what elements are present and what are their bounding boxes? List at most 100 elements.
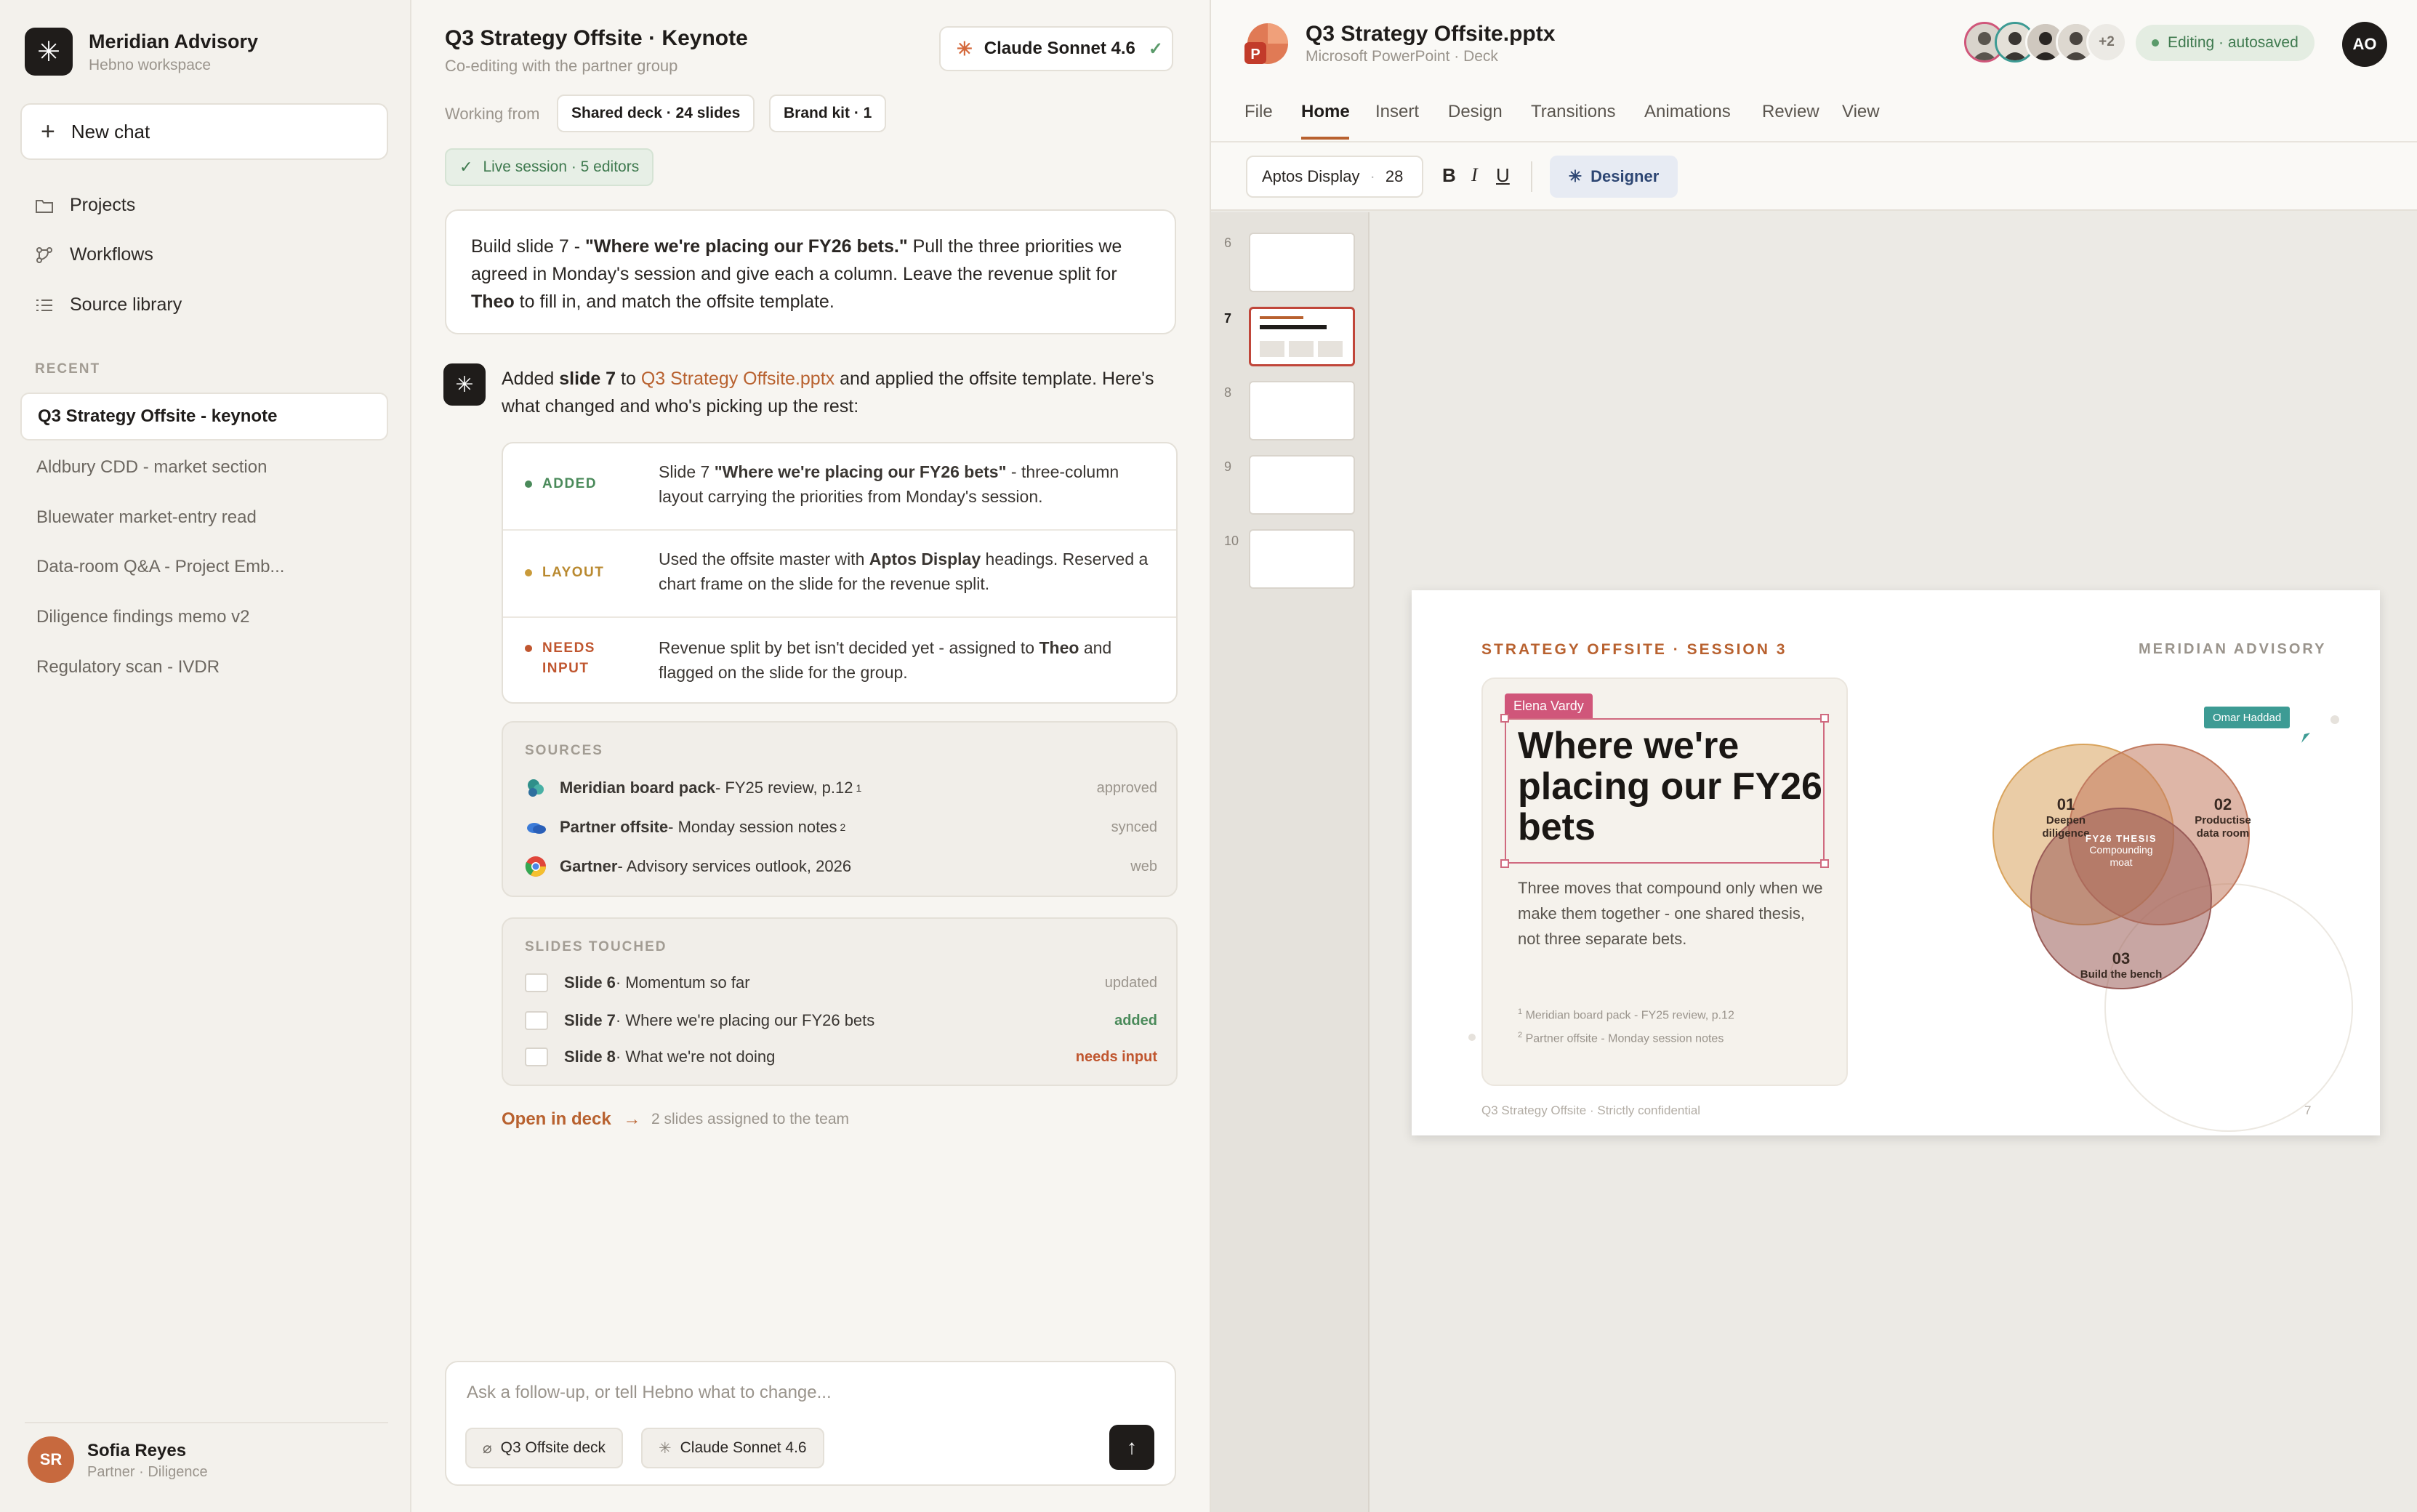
divider [1531, 161, 1532, 192]
source-item[interactable]: Meridian board pack - FY25 review, p.12 1… [525, 773, 1157, 803]
deck-link[interactable]: Q3 Strategy Offsite.pptx [641, 369, 835, 389]
new-chat-button[interactable]: + New chat [20, 103, 388, 160]
attach-chip[interactable]: ⌀ Q3 Offsite deck [465, 1428, 624, 1468]
sidebar-item-source-library[interactable]: Source library [35, 294, 182, 315]
chat-title: Q3 Strategy Offsite · Keynote [445, 26, 748, 50]
recent-chat-item[interactable]: Q3 Strategy Offsite - keynote [20, 393, 388, 441]
menu-file[interactable]: File [1244, 102, 1273, 122]
slide-item[interactable]: Slide 6 · Momentum so far updated [525, 968, 1157, 997]
change-row-added: ADDED Slide 7 "Where we're placing our F… [503, 443, 1176, 529]
decorative-dot [2330, 715, 2339, 724]
menu-review[interactable]: Review [1762, 102, 1819, 122]
menu-animations[interactable]: Animations [1644, 102, 1731, 122]
message-text-bold: Theo [471, 291, 515, 312]
underline-button[interactable]: U [1496, 164, 1510, 187]
footnote-number: 2 [1518, 1031, 1523, 1040]
source-item[interactable]: Partner offsite - Monday session notes 2 … [525, 813, 1157, 842]
more-editors-badge[interactable]: +2 [2086, 22, 2127, 63]
slide-thumbnails: 6 7 8 9 10 [1211, 212, 1370, 1512]
source-detail: - Monday session notes [668, 818, 837, 836]
context-chip-deck[interactable]: Shared deck · 24 slides [557, 94, 755, 132]
italic-button[interactable]: I [1471, 164, 1478, 186]
recent-chat-item[interactable]: Aldbury CDD - market section [20, 443, 388, 491]
composer[interactable]: Ask a follow-up, or tell Hebno what to c… [445, 1361, 1176, 1486]
slide-thumbnail-selected[interactable] [1249, 307, 1355, 366]
source-status: web [1130, 858, 1157, 874]
slide-heading[interactable]: Where we're placing our FY26 bets [1518, 725, 1823, 848]
sidebar-item-workflows[interactable]: Workflows [35, 244, 153, 265]
recent-chat-item[interactable]: Data-room Q&A - Project Emb... [20, 543, 388, 591]
change-tag-label: NEEDS INPUT [542, 640, 595, 676]
workspace-name: Hebno workspace [89, 57, 212, 73]
check-icon: ✓ [459, 158, 473, 176]
sidebar-item-projects[interactable]: Projects [35, 195, 135, 216]
slide-item[interactable]: Slide 7 · Where we're placing our FY26 b… [525, 1006, 1157, 1035]
chrome-icon [525, 856, 547, 877]
menu-insert[interactable]: Insert [1375, 102, 1419, 122]
venn-text: Productise data room [2195, 814, 2251, 840]
menu-home[interactable]: Home [1301, 102, 1350, 122]
user-name: Sofia Reyes [87, 1441, 187, 1460]
menu-design[interactable]: Design [1448, 102, 1503, 122]
slide-status: needs input [1075, 1048, 1157, 1065]
slide-thumbnail[interactable] [1249, 233, 1355, 292]
slide-status: added [1114, 1012, 1157, 1029]
slide-item[interactable]: Slide 8 · What we're not doing needs inp… [525, 1042, 1157, 1071]
recent-heading: RECENT [35, 361, 101, 377]
folder-icon [35, 196, 54, 215]
composer-input[interactable]: Ask a follow-up, or tell Hebno what to c… [467, 1383, 832, 1403]
slide-thumbnail[interactable] [1249, 455, 1355, 515]
sidebar-item-label: Workflows [70, 244, 153, 265]
source-detail: - FY25 review, p.12 [715, 779, 853, 797]
working-from-label: Working from [445, 105, 540, 123]
autosave-status: Editing · autosaved [2136, 25, 2315, 61]
model-selector[interactable]: ✳ Claude Sonnet 4.6 ✓ [939, 26, 1173, 71]
venn-label-3: 03 Build the bench [2075, 949, 2168, 981]
slide-body[interactable]: Three moves that compound only when we m… [1518, 875, 1823, 952]
send-button[interactable]: ↑ [1109, 1425, 1154, 1470]
venn-diagram [1992, 715, 2353, 1132]
avatar[interactable]: AO [2342, 22, 2387, 67]
thumb-number: 8 [1224, 385, 1232, 400]
editor-avatars[interactable]: +2 [1964, 22, 2127, 63]
status-dot-icon [525, 645, 532, 652]
resize-handle[interactable] [1500, 859, 1509, 868]
status-dot-icon [2152, 39, 2159, 47]
context-chip-brand-kit[interactable]: Brand kit · 1 [769, 94, 887, 132]
slide-name: Slide 7 [564, 1011, 616, 1029]
sharepoint-icon [525, 777, 547, 799]
workspace-logo-icon: ✳ [25, 28, 73, 76]
recent-chat-item[interactable]: Diligence findings memo v2 [20, 593, 388, 641]
menu-view[interactable]: View [1842, 102, 1880, 122]
slide-thumbnail[interactable] [1249, 381, 1355, 441]
resize-handle[interactable] [1500, 714, 1509, 723]
check-icon: ✓ [1148, 39, 1163, 59]
file-title: Q3 Strategy Offsite.pptx [1306, 22, 1556, 46]
slide-thumbnail[interactable] [1249, 529, 1355, 589]
resize-handle[interactable] [1820, 714, 1829, 723]
footnote-number: 1 [856, 782, 862, 794]
menu-transitions[interactable]: Transitions [1531, 102, 1615, 122]
sidebar: ✳ Meridian Advisory Hebno workspace + Ne… [0, 0, 411, 1512]
avatar[interactable]: SR [28, 1436, 74, 1483]
source-item[interactable]: Gartner - Advisory services outlook, 202… [525, 852, 1157, 881]
resize-handle[interactable] [1820, 859, 1829, 868]
source-status: approved [1096, 779, 1157, 796]
thumb-line [1260, 325, 1327, 329]
open-in-deck-link[interactable]: Open in deck → [502, 1109, 640, 1130]
slide-canvas[interactable]: STRATEGY OFFSITE · SESSION 3 MERIDIAN AD… [1412, 590, 2380, 1135]
recent-chat-item[interactable]: Bluewater market-entry read [20, 494, 388, 542]
font-name: Aptos Display [1262, 167, 1360, 185]
live-session-label: Live session · 5 editors [483, 158, 640, 175]
org-name: Meridian Advisory [89, 31, 259, 52]
model-chip[interactable]: ✳ Claude Sonnet 4.6 [641, 1428, 824, 1468]
bold-button[interactable]: B [1442, 164, 1456, 187]
recent-chat-item[interactable]: Regulatory scan - IVDR [20, 643, 388, 691]
source-detail: - Advisory services outlook, 2026 [617, 857, 852, 875]
change-tag-label: ADDED [542, 476, 598, 491]
designer-button[interactable]: ✳ Designer [1550, 156, 1678, 198]
change-row-needs-input: NEEDS INPUT Revenue split by bet isn't d… [503, 616, 1176, 702]
powerpoint-logo-icon: P [1243, 22, 1290, 68]
font-selector[interactable]: Aptos Display · 28 [1246, 156, 1423, 198]
slide-detail: · Where we're placing our FY26 bets [615, 1011, 875, 1029]
